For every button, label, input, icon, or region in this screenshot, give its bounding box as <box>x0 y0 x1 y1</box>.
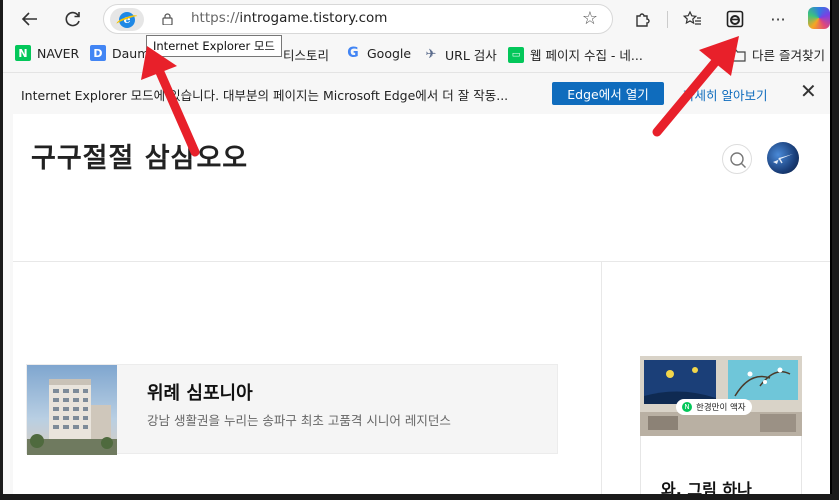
sidebar-ad-image[interactable]: N 한경만이 액자 <box>640 356 802 436</box>
close-icon[interactable]: ✕ <box>800 79 817 103</box>
site-search-button[interactable] <box>722 144 752 174</box>
naver-icon: N <box>15 45 31 61</box>
header-divider <box>13 261 830 262</box>
bookmark-label: 티스토리 <box>283 48 330 63</box>
ellipsis-icon: ··· <box>770 9 786 29</box>
bookmark-web-collect[interactable]: ▭ 웹 페이지 수집 - 네... <box>508 45 643 64</box>
more-menu-button[interactable]: ··· <box>763 4 793 34</box>
infobar-message: Internet Explorer 모드에 있습니다. 대부분의 페이지는 Mi… <box>21 88 509 103</box>
puzzle-icon <box>636 13 650 27</box>
plane-icon <box>773 154 793 164</box>
bookmark-label: URL 검사 <box>445 48 497 63</box>
sidebar-ad-caption: 와, 그림 하나 <box>661 480 752 494</box>
annotation-arrow-left <box>141 46 200 157</box>
url-scheme: https:// <box>191 10 240 26</box>
bookmark-google[interactable]: G Google <box>345 45 411 61</box>
building-image <box>27 365 117 455</box>
bookmark-label: 웹 페이지 수집 - 네... <box>530 48 643 63</box>
favorite-star-icon[interactable]: ☆ <box>582 8 598 29</box>
art-frames-illustration <box>640 356 802 436</box>
browser-window: e https://introgame.tistory.com ☆ ··· In… <box>3 0 832 494</box>
ad-card-subtitle: 강남 생활권을 누리는 송파구 최초 고품격 시니어 레지던스 <box>147 413 451 428</box>
google-icon: G <box>347 45 359 61</box>
bookmark-label: 다른 즐겨찾기 <box>752 48 825 63</box>
toolbar-divider <box>667 11 668 28</box>
search-icon <box>730 152 746 168</box>
ad-badge: N 한경만이 액자 <box>676 399 752 415</box>
building-illustration <box>27 379 117 455</box>
address-bar[interactable]: e https://introgame.tistory.com ☆ <box>103 4 613 34</box>
ad-badge-text: 한경만이 액자 <box>696 403 746 413</box>
ad-card[interactable]: 위례 심포니아 강남 생활권을 누리는 송파구 최초 고품격 시니어 레지던스 <box>26 364 558 455</box>
url-host: introgame.tistory.com <box>239 10 388 26</box>
internet-explorer-icon: e <box>119 11 135 28</box>
bookmark-naver[interactable]: N NAVER <box>15 45 79 61</box>
back-arrow-icon <box>21 12 37 26</box>
annotation-arrow-right <box>652 36 739 137</box>
copilot-icon[interactable] <box>808 7 830 29</box>
web-page: 구구절절 삼삼오오 위례 심포니아 강남 생활권을 누리는 송파구 최초 고품격… <box>13 114 830 494</box>
url-check-icon: ✈ <box>425 47 437 62</box>
sidebar-divider <box>601 261 602 494</box>
back-button[interactable] <box>15 4 45 34</box>
url-text[interactable]: https://introgame.tistory.com <box>191 10 387 26</box>
avatar[interactable] <box>767 142 799 174</box>
ie-mode-page-icon <box>726 10 744 28</box>
sidebar-ad-caption-box[interactable]: 와, 그림 하나 <box>640 436 802 494</box>
web-collect-icon: ▭ <box>508 46 524 63</box>
favorites-list-icon <box>682 10 701 25</box>
bookmark-url-check[interactable]: ✈ URL 검사 <box>423 45 497 64</box>
naver-icon: N <box>682 402 692 412</box>
bookmark-label: Google <box>367 45 412 61</box>
ad-card-title: 위례 심포니아 <box>147 383 253 404</box>
bookmark-label: NAVER <box>37 45 80 61</box>
refresh-button[interactable] <box>58 4 88 34</box>
lock-icon <box>162 13 173 25</box>
daum-icon: D <box>90 45 106 61</box>
refresh-icon <box>65 11 80 27</box>
ie-mode-button[interactable]: e <box>110 8 144 31</box>
